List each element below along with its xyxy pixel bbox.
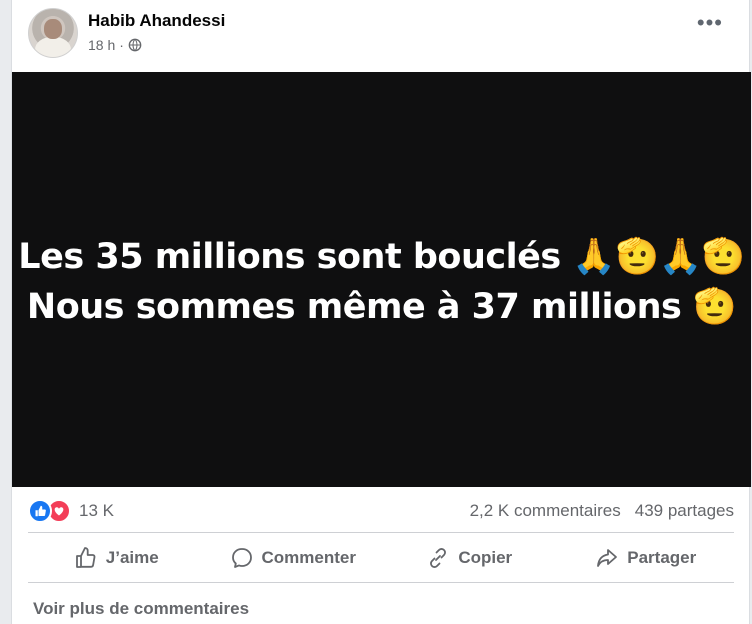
media-text-line-2: Nous sommes même à 37 millions 🫡 (26, 286, 737, 327)
post-time[interactable]: 18 h (88, 37, 115, 53)
like-button[interactable]: J’aime (28, 536, 205, 580)
avatar-robe (35, 37, 71, 57)
share-icon (597, 549, 618, 567)
avatar-face (44, 19, 62, 39)
comment-label: Commenter (261, 548, 356, 567)
stats-right: 2,2 K commentaires 439 partages (470, 501, 734, 521)
post-meta: 18 h · (88, 37, 142, 53)
divider (28, 582, 734, 583)
reaction-icons[interactable] (28, 499, 71, 523)
comment-icon (231, 548, 252, 568)
share-label: Partager (627, 548, 697, 567)
like-label: J’aime (105, 548, 159, 567)
comment-button[interactable]: Commenter (205, 536, 382, 580)
post-stats: 13 K 2,2 K commentaires 439 partages (28, 496, 734, 526)
media-text-line-1: Les 35 millions sont bouclés 🙏🫡🙏🫡 (18, 236, 745, 277)
post-card: Habib Ahandessi 18 h · ••• Les 35 millio… (11, 0, 751, 624)
action-bar: J’aime Commenter Copier Partager (28, 536, 734, 580)
avatar[interactable] (28, 8, 78, 58)
copy-button[interactable]: Copier (381, 536, 558, 580)
shares-count[interactable]: 439 partages (635, 501, 734, 521)
post-media[interactable]: Les 35 millions sont bouclés 🙏🫡🙏🫡 Nous s… (12, 72, 751, 487)
globe-icon[interactable] (128, 38, 142, 52)
meta-separator: · (119, 37, 124, 53)
divider (28, 532, 734, 533)
thumbs-up-icon (75, 547, 96, 568)
view-more-comments-link[interactable]: Voir plus de commentaires (33, 599, 249, 619)
comments-count[interactable]: 2,2 K commentaires (470, 501, 621, 521)
link-icon (430, 548, 447, 568)
like-icon (28, 499, 52, 523)
copy-label: Copier (458, 548, 513, 567)
author-name[interactable]: Habib Ahandessi (88, 11, 225, 31)
ellipsis-icon[interactable]: ••• (697, 12, 723, 34)
share-button[interactable]: Partager (558, 536, 735, 580)
reaction-count[interactable]: 13 K (79, 501, 114, 521)
